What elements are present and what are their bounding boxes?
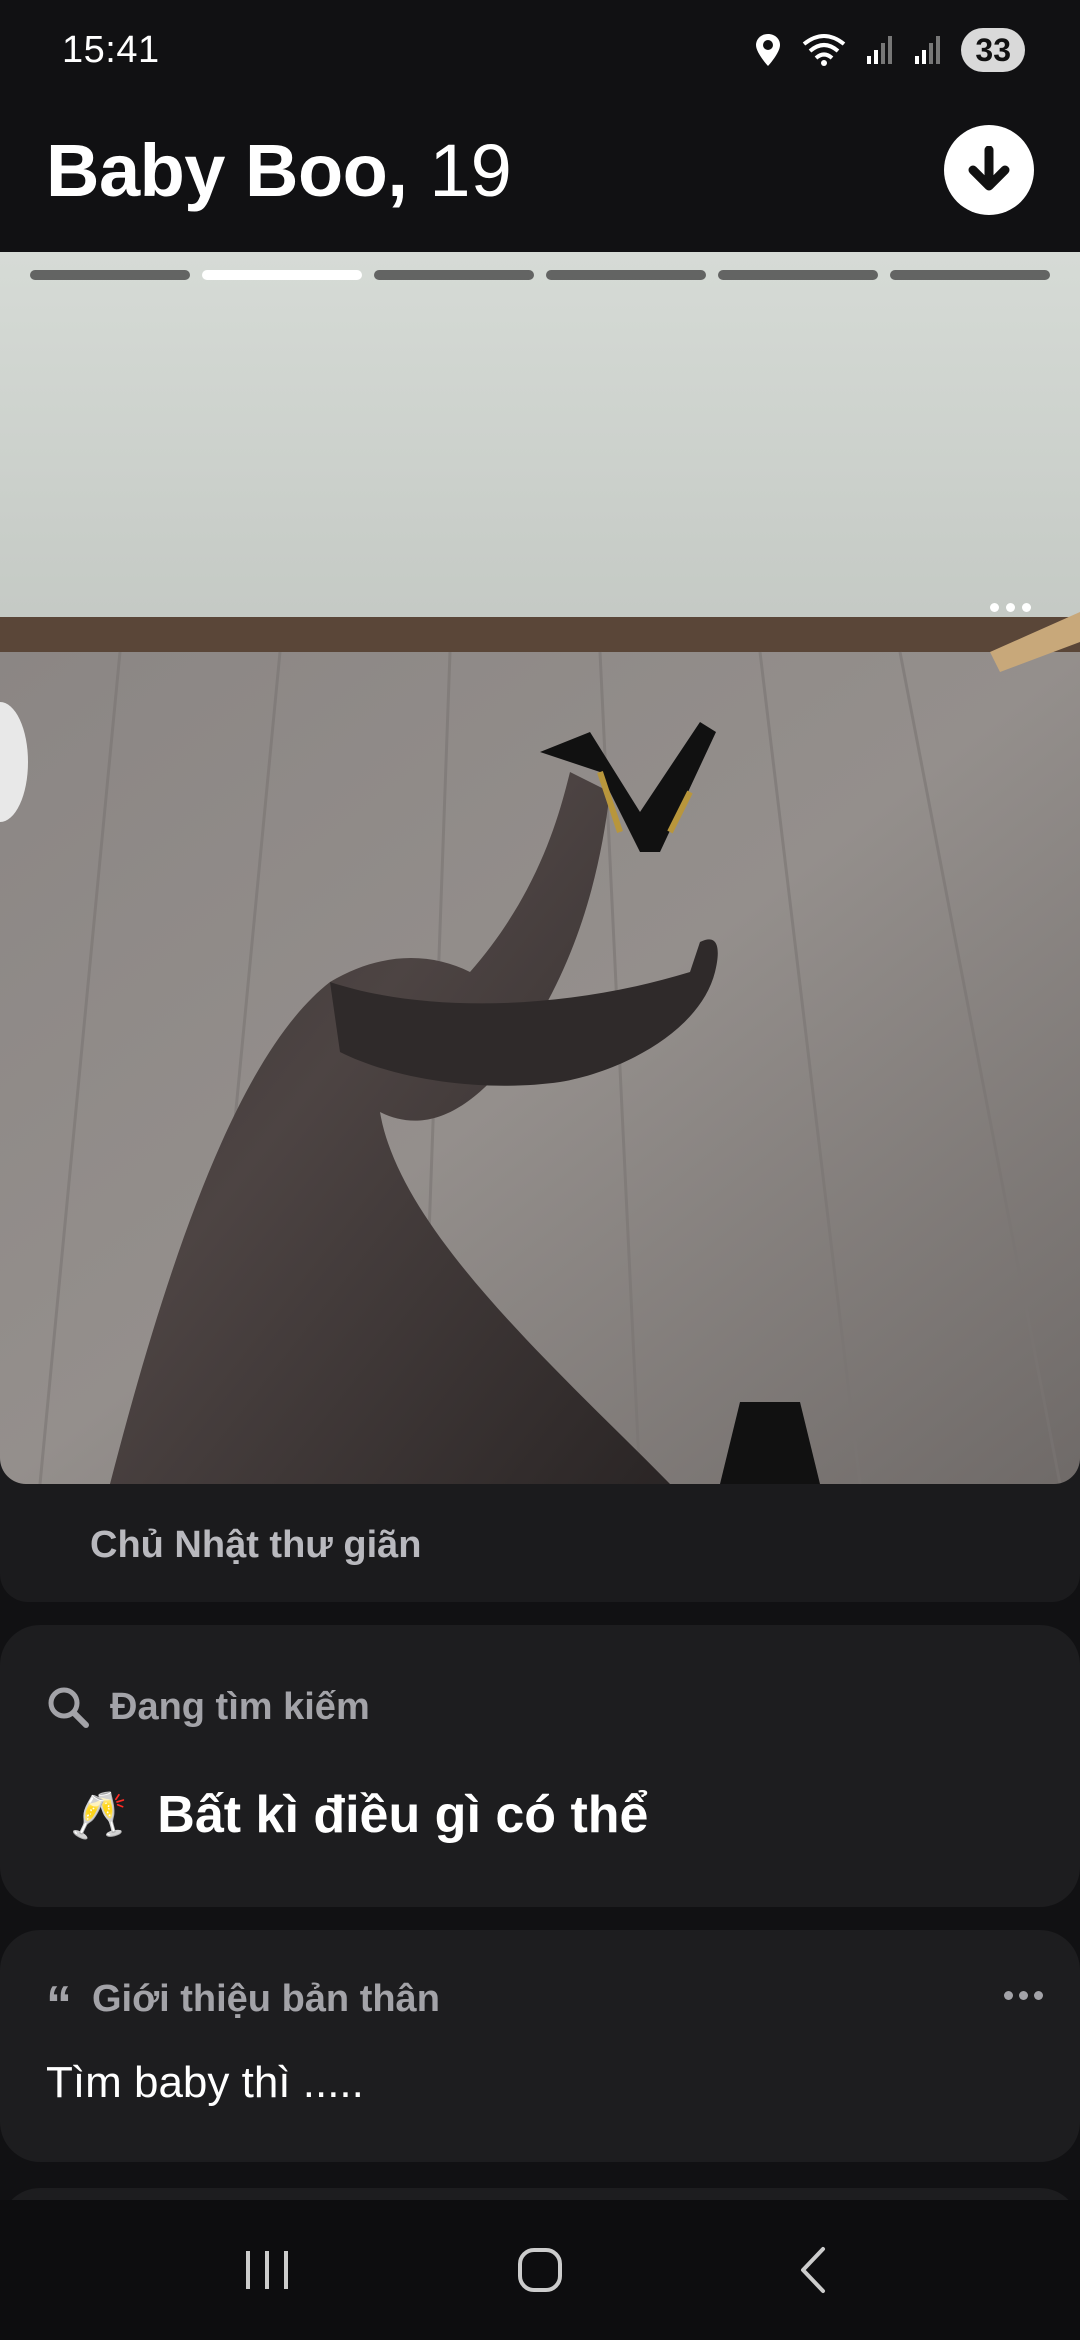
- wifi-icon: [801, 32, 847, 68]
- photo-progress-segment-active: [202, 270, 362, 280]
- photo-progress-segment: [30, 270, 190, 280]
- search-icon: [48, 1687, 89, 1728]
- looking-for-header: Đang tìm kiếm: [46, 1685, 370, 1729]
- status-icons: 33: [753, 28, 1025, 72]
- photo-progress: [30, 270, 1050, 282]
- collapse-profile-button[interactable]: [944, 125, 1034, 215]
- battery-icon: 33: [961, 28, 1025, 72]
- photo-card: Chủ Nhật thư giãn: [0, 252, 1080, 1602]
- photo-progress-segment: [718, 270, 878, 280]
- looking-for-value: 🥂 Bất kì điều gì có thể: [70, 1785, 648, 1845]
- system-nav-bar: [0, 2200, 1080, 2340]
- profile-name: Baby Boo,: [46, 128, 408, 212]
- bio-label: Giới thiệu bản thân: [92, 1978, 440, 2020]
- bio-more-icon[interactable]: [998, 1980, 1048, 2010]
- arrow-down-icon: [968, 146, 1010, 191]
- looking-for-card: Đang tìm kiếm 🥂 Bất kì điều gì có thể: [0, 1625, 1080, 1907]
- profile-photo[interactable]: [0, 252, 1080, 1484]
- home-button[interactable]: [500, 2230, 580, 2310]
- photo-caption: Chủ Nhật thư giãn: [90, 1524, 422, 1566]
- glasses-icon: 🥂: [70, 1788, 128, 1841]
- profile-age: 19: [429, 128, 512, 212]
- profile-header: Baby Boo, 19: [0, 110, 1080, 230]
- location-icon: [753, 32, 783, 68]
- recent-apps-button[interactable]: [227, 2230, 307, 2310]
- signal-icon: [913, 34, 943, 66]
- photo-progress-segment: [374, 270, 534, 280]
- status-bar: 15:41 33: [0, 0, 1080, 100]
- profile-title: Baby Boo, 19: [46, 128, 512, 213]
- bio-header: “ Giới thiệu bản thân: [46, 1975, 440, 2034]
- home-icon: [517, 2248, 562, 2292]
- bio-card: “ Giới thiệu bản thân Tìm baby thì .....: [0, 1930, 1080, 2162]
- quote-icon: “: [46, 1975, 72, 2034]
- bio-text: Tìm baby thì .....: [46, 2058, 364, 2107]
- back-button[interactable]: [773, 2230, 853, 2310]
- back-icon: [801, 2247, 826, 2293]
- signal-icon: [865, 34, 895, 66]
- status-time: 15:41: [62, 28, 160, 71]
- looking-for-text: Bất kì điều gì có thể: [157, 1786, 649, 1844]
- photo-progress-segment: [546, 270, 706, 280]
- looking-for-label: Đang tìm kiếm: [110, 1685, 370, 1728]
- more-options-icon[interactable]: [980, 592, 1040, 622]
- photo-progress-segment: [890, 270, 1050, 280]
- recent-apps-icon: [245, 2251, 288, 2289]
